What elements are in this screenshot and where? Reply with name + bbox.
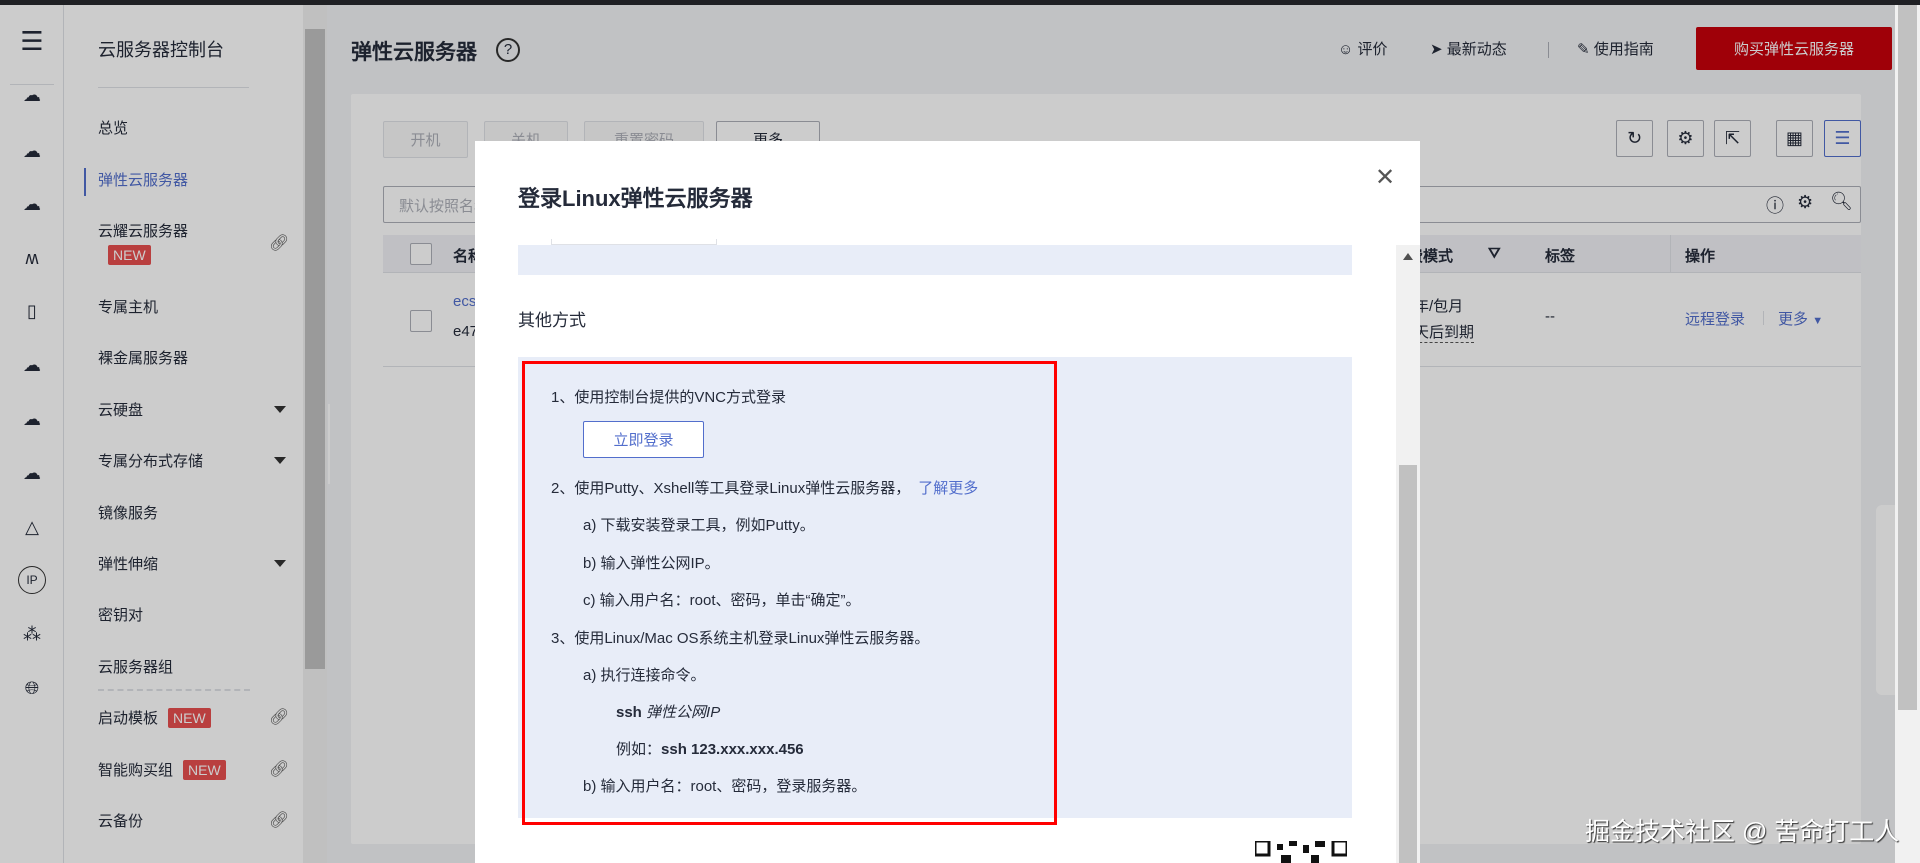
previous-section-block — [518, 245, 1352, 275]
step-2-text: 2、使用Putty、Xshell等工具登录Linux弹性云服务器， — [551, 480, 911, 497]
step-3b: b) 输入用户名：root、密码，登录服务器。 — [583, 778, 867, 795]
step-2c: c) 输入用户名：root、密码，单击“确定”。 — [583, 592, 861, 609]
scroll-up-icon[interactable] — [1403, 253, 1413, 260]
ssh-argument: 弹性公网IP — [646, 704, 721, 721]
ssh-command: ssh 弹性公网IP — [616, 701, 720, 722]
window-top-bar — [0, 0, 1920, 5]
step-3: 3、使用Linux/Mac OS系统主机登录Linux弹性云服务器。 — [551, 630, 930, 647]
login-now-button[interactable]: 立即登录 — [583, 421, 704, 458]
step-3a: a) 执行连接命令。 — [583, 667, 706, 684]
learn-more-link[interactable]: 了解更多 — [918, 480, 978, 497]
watermark: 掘金技术社区 @ 苦命打工人 — [1585, 818, 1900, 846]
example-command: ssh 123.xxx.xxx.456 — [661, 741, 804, 758]
other-methods-heading: 其他方式 — [518, 311, 586, 330]
previous-section-field — [551, 239, 717, 245]
ssh-keyword: ssh — [616, 704, 642, 721]
scrollbar-thumb[interactable] — [1898, 5, 1917, 710]
step-2a: a) 下载安装登录工具，例如Putty。 — [583, 517, 815, 534]
close-icon[interactable]: ✕ — [1375, 163, 1395, 192]
dialog-scrollbar[interactable] — [1396, 245, 1420, 863]
step-1: 1、使用控制台提供的VNC方式登录 — [551, 389, 787, 406]
step-2: 2、使用Putty、Xshell等工具登录Linux弹性云服务器， 了解更多 — [551, 477, 978, 498]
example-label: 例如： — [616, 741, 662, 758]
scrollbar-thumb[interactable] — [1399, 465, 1417, 863]
ssh-example: 例如：ssh 123.xxx.xxx.456 — [616, 738, 804, 759]
qr-code-icon — [1255, 841, 1347, 863]
dialog-title: 登录Linux弹性云服务器 — [518, 186, 753, 211]
step-2b: b) 输入弹性公网IP。 — [583, 555, 720, 572]
linux-login-dialog: 登录Linux弹性云服务器 ✕ 其他方式 1、使用控制台提供的VNC方式登录 立… — [475, 141, 1420, 863]
page-scrollbar[interactable] — [1895, 5, 1920, 863]
